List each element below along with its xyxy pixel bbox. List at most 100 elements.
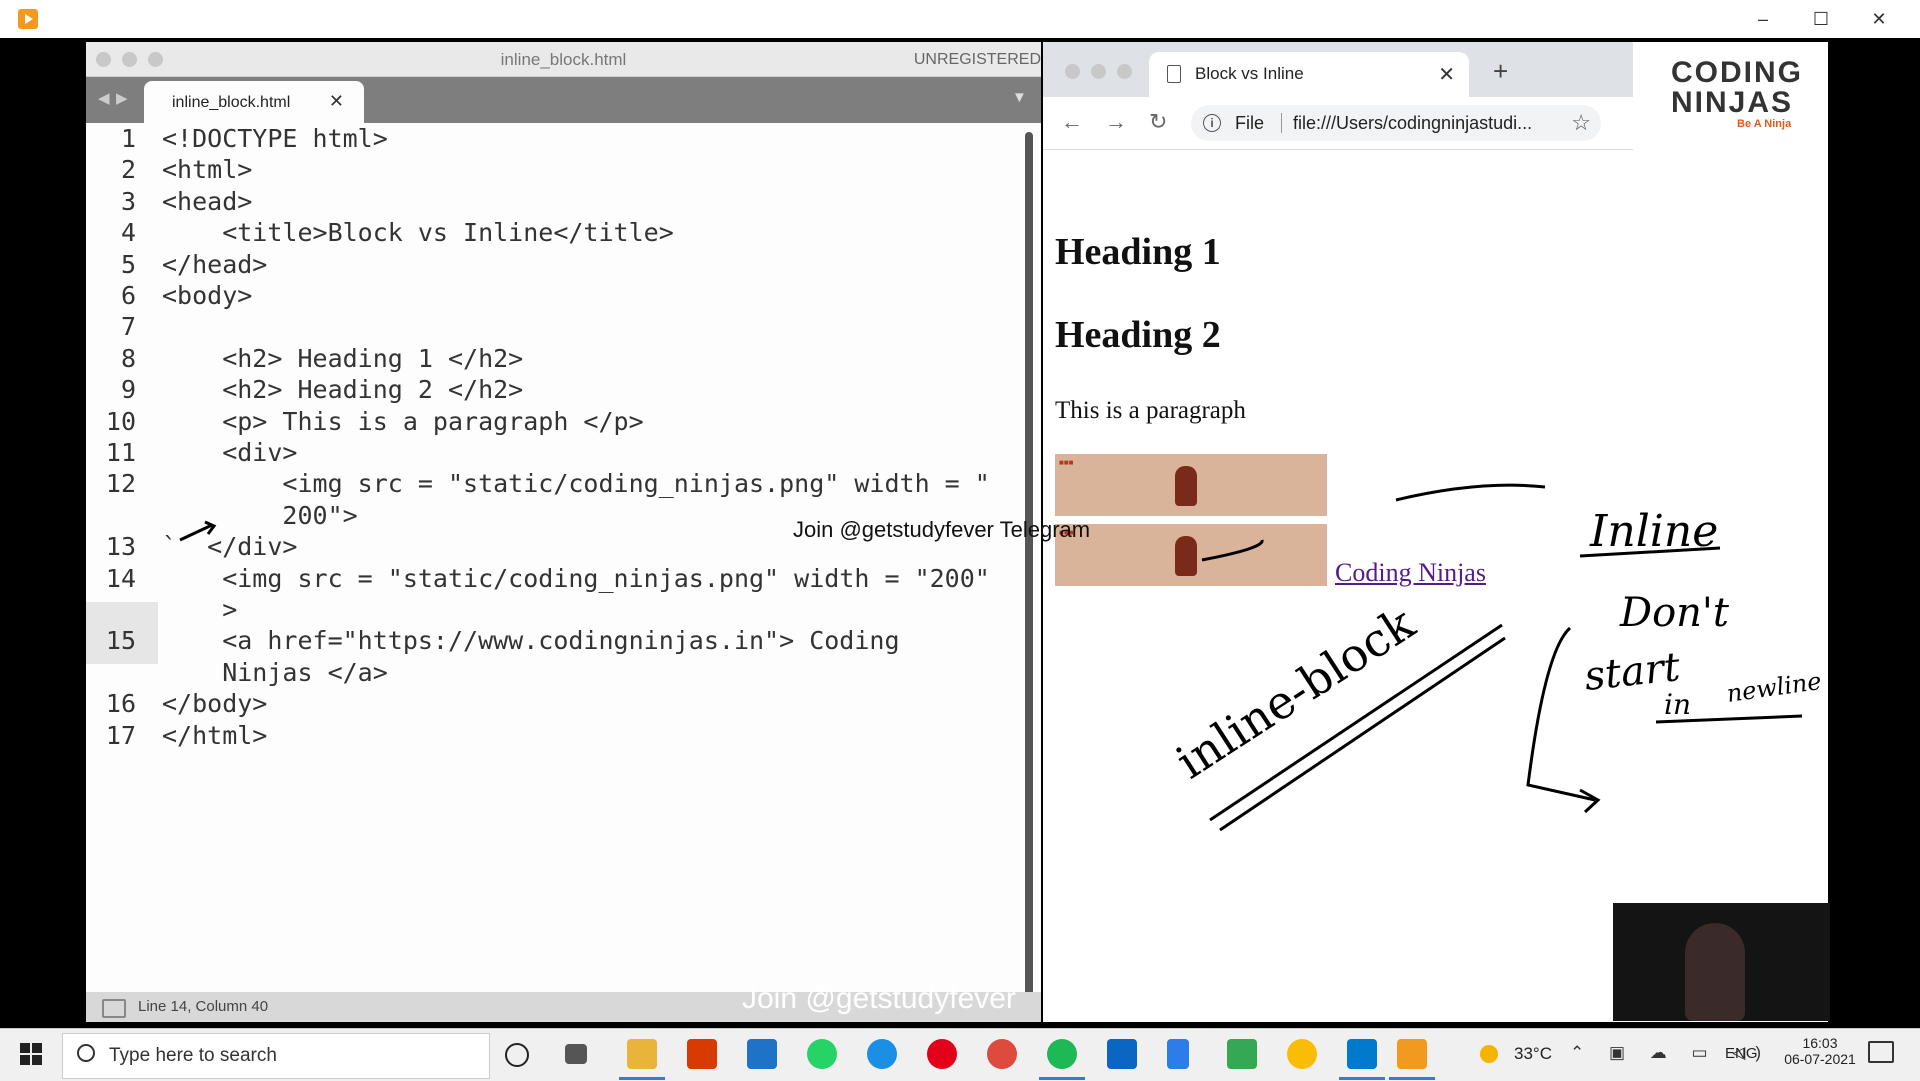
maximize-icon[interactable]: ☐ (1798, 6, 1844, 32)
code-line[interactable]: <img src = "static/coding_ninjas.png" wi… (162, 469, 989, 498)
line-number: 16 (105, 689, 136, 719)
tab-close-icon[interactable]: ✕ (329, 91, 344, 112)
notification-icon[interactable] (1868, 1041, 1894, 1063)
tab-inline-block[interactable]: inline_block.html ✕ (144, 81, 364, 123)
mail-icon[interactable] (747, 1039, 777, 1069)
editor-scrollbar[interactable] (1025, 132, 1033, 1002)
code-area[interactable]: 1 <!DOCTYPE html> 2 <html> 3 <head> 4 <title>B… (86, 122, 1026, 1002)
task-view-icon[interactable] (565, 1044, 587, 1064)
address-bar[interactable]: i File file:///Users/codingninjastudi...… (1191, 105, 1601, 141)
search-placeholder: Type here to search (109, 1045, 277, 1066)
tab-prev-icon[interactable]: ◀ (98, 89, 110, 107)
office-icon[interactable] (687, 1039, 717, 1069)
browser-tab-close-icon[interactable]: ✕ (1438, 62, 1455, 87)
line-number: 5 (120, 249, 136, 279)
back-icon[interactable]: ← (1061, 109, 1083, 135)
search-icon (77, 1044, 95, 1062)
file-explorer-icon[interactable] (627, 1039, 657, 1069)
line-number: 12 (105, 469, 136, 499)
code-line[interactable]: <body> (162, 281, 252, 310)
bottom-watermark: Join @getstudyfever (742, 982, 1016, 1015)
code-line[interactable]: <title>Block vs Inline</title> (162, 218, 674, 247)
browser-zoom-dot[interactable] (1117, 64, 1132, 79)
bookmark-star-icon[interactable]: ☆ (1571, 110, 1591, 136)
code-line[interactable]: > (162, 595, 237, 624)
coding-ninjas-link[interactable]: Coding Ninjas (1335, 558, 1486, 588)
panel-toggle-icon[interactable] (102, 999, 126, 1018)
line-number: 7 (120, 312, 136, 342)
cortana-icon[interactable] (505, 1043, 529, 1067)
player-titlebar: – ☐ ✕ (0, 0, 1920, 38)
edge-icon[interactable] (867, 1039, 897, 1069)
new-tab-button[interactable]: + (1493, 56, 1508, 87)
browser-tab-title: Block vs Inline (1195, 64, 1304, 83)
browser-tab[interactable]: Block vs Inline ✕ (1149, 52, 1469, 97)
drive-icon[interactable] (1227, 1039, 1257, 1069)
code-line[interactable]: <div> (162, 438, 297, 467)
line-number: 8 (120, 343, 136, 373)
chrome-profile-icon[interactable] (1287, 1039, 1317, 1069)
browser-close-dot[interactable] (1065, 64, 1080, 79)
webcam-overlay (1613, 903, 1830, 1021)
reload-icon[interactable]: ↻ (1149, 109, 1167, 135)
code-line[interactable]: <img src = "static/coding_ninjas.png" wi… (162, 564, 990, 593)
close-icon[interactable]: ✕ (1856, 6, 1902, 32)
code-line[interactable]: ` </div> (162, 532, 297, 561)
code-line[interactable]: </head> (162, 250, 267, 279)
browser-minimize-dot[interactable] (1091, 64, 1106, 79)
clock-time: 16:03 (1802, 1035, 1838, 1051)
tab-dropdown-icon[interactable]: ▼ (1012, 89, 1027, 106)
start-button[interactable] (20, 1043, 42, 1065)
presenter (1685, 923, 1745, 1021)
spotify-icon[interactable] (1047, 1039, 1077, 1069)
editor-tabbar: ◀ ▶ inline_block.html ✕ ▼ (86, 77, 1041, 123)
temperature[interactable]: 33°C (1514, 1044, 1552, 1064)
coding-ninjas-image: ■■■ (1055, 454, 1327, 516)
tab-label: inline_block.html (172, 94, 291, 111)
cursor-position: Line 14, Column 40 (138, 998, 269, 1015)
code-line[interactable]: </body> (162, 689, 267, 718)
code-line[interactable]: </html> (162, 721, 267, 750)
code-line[interactable]: <a href="https://www.codingninjas.in"> C… (162, 626, 899, 655)
minimize-icon[interactable]: – (1740, 6, 1786, 32)
url-text[interactable]: file:///Users/codingninjastudi... (1293, 113, 1532, 134)
line-number: 15 (105, 626, 136, 656)
tab-next-icon[interactable]: ▶ (116, 89, 128, 107)
coding-ninjas-logo: CODING NINJAS Be A Ninja (1633, 42, 1828, 152)
weather-icon[interactable] (1480, 1045, 1498, 1063)
telegram-watermark: Join @getstudyfever Telegram (793, 517, 1091, 542)
line-number: 9 (120, 375, 136, 405)
unregistered-label: UNREGISTERED (913, 51, 1041, 68)
line-number: 10 (105, 406, 136, 436)
code-line[interactable]: <h2> Heading 1 </h2> (162, 344, 523, 373)
code-line[interactable]: 200"> (162, 501, 357, 530)
logo-line2: NINJAS (1671, 86, 1794, 119)
code-line[interactable]: <head> (162, 187, 252, 216)
code-line[interactable]: Ninjas </a> (162, 658, 388, 687)
page-icon (1167, 65, 1181, 83)
vscode-icon[interactable] (1347, 1039, 1377, 1069)
code-line[interactable]: <p> This is a paragraph </p> (162, 407, 643, 436)
phone-app-icon[interactable] (1167, 1039, 1189, 1069)
language-indicator[interactable]: ENG (1725, 1045, 1758, 1062)
code-line[interactable]: <!DOCTYPE html> (162, 124, 388, 153)
taskbar-search[interactable]: Type here to search (62, 1033, 490, 1079)
line-number: 11 (105, 438, 136, 467)
editor-titlebar: inline_block.html UNREGISTERED (86, 42, 1041, 77)
logo-tagline: Be A Ninja (1737, 118, 1792, 130)
windows-taskbar: Type here to search 33°C ⌃ ▣ ☁ ▭ ◁) ENG … (0, 1028, 1920, 1081)
code-line[interactable]: <h2> Heading 2 </h2> (162, 375, 523, 404)
linkedin-icon[interactable] (1107, 1039, 1137, 1069)
code-line[interactable]: <html> (162, 155, 252, 184)
address-separator (1281, 113, 1282, 133)
editor-title: inline_block.html (500, 50, 627, 69)
whatsapp-icon[interactable] (807, 1039, 837, 1069)
info-icon[interactable]: i (1203, 114, 1221, 132)
forward-icon[interactable]: → (1105, 109, 1127, 135)
line-number: 13 (105, 532, 136, 562)
clock[interactable]: 16:03 06-07-2021 (1775, 1035, 1865, 1067)
chrome-icon[interactable] (987, 1039, 1017, 1069)
line-number: 3 (120, 186, 136, 216)
video-player-icon[interactable] (1397, 1039, 1427, 1069)
opera-icon[interactable] (927, 1039, 957, 1069)
